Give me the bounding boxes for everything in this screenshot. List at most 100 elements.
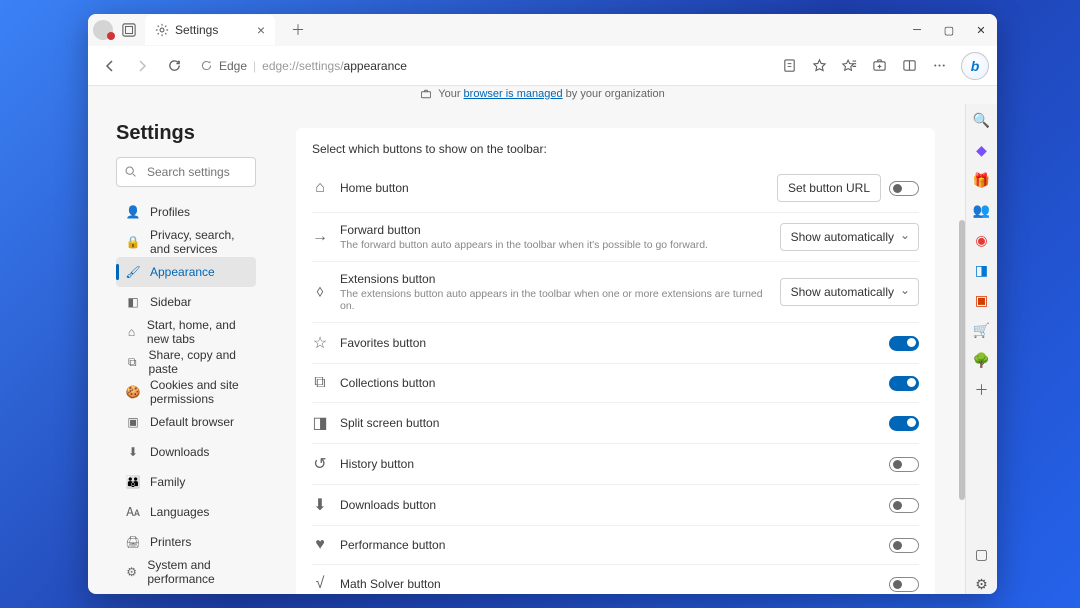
set-button-url-button[interactable]: Set button URL	[777, 174, 881, 202]
settings-sidebar: Settings 👤 Profiles 🔒Privacy, search, and …	[88, 104, 268, 594]
minimize-button[interactable]: ─	[901, 16, 933, 44]
toggle[interactable]	[889, 376, 919, 391]
nav-label: Downloads	[150, 445, 209, 459]
nav-icon: ⧉	[126, 355, 139, 369]
search-input[interactable]	[116, 157, 256, 187]
row-label: Home button	[340, 181, 777, 195]
page-title: Settings	[116, 122, 268, 145]
hide-sidebar-icon[interactable]: ▢	[972, 544, 992, 564]
nav-label: Languages	[150, 505, 209, 519]
sidebar-item-system-and-performance[interactable]: ⚙System and performance	[116, 557, 256, 587]
nav-icon: 🗛	[126, 505, 140, 519]
nav-icon: 👪	[126, 475, 140, 489]
managed-link[interactable]: browser is managed	[464, 88, 563, 100]
search-icon[interactable]: 🔍	[972, 110, 992, 130]
row-label: Split screen button	[340, 416, 889, 430]
office-icon[interactable]: ▣	[972, 290, 992, 310]
profile-icon[interactable]	[93, 20, 113, 40]
sidebar-item-downloads[interactable]: ⬇Downloads	[116, 437, 256, 467]
row-label: Extensions button	[340, 272, 780, 286]
maximize-button[interactable]: ▢	[933, 16, 965, 44]
address-bar[interactable]: Edge | edge://settings/appearance	[192, 59, 771, 73]
row-icon: ◨	[312, 413, 328, 433]
sidebar-item-printers[interactable]: 🖨Printers	[116, 527, 256, 557]
back-button[interactable]	[96, 52, 124, 80]
workspaces-icon[interactable]	[121, 22, 137, 38]
close-button[interactable]: ✕	[965, 16, 997, 44]
show-auto-select[interactable]: Show automatically	[780, 223, 919, 251]
favorites-list-icon[interactable]	[835, 52, 863, 80]
toggle[interactable]	[889, 416, 919, 431]
tools-icon[interactable]: ◆	[972, 140, 992, 160]
row-icon: ⧉	[312, 374, 328, 392]
close-icon[interactable]: ×	[257, 22, 265, 38]
add-icon[interactable]: ＋	[972, 380, 992, 400]
sidebar-item-profiles[interactable]: 👤 Profiles	[116, 197, 256, 227]
section-title: Select which buttons to show on the tool…	[312, 142, 919, 156]
toggle[interactable]	[889, 457, 919, 472]
toggle[interactable]	[889, 498, 919, 513]
bing-button[interactable]: b	[961, 52, 989, 80]
tab-settings[interactable]: Settings ×	[145, 15, 275, 45]
toggle[interactable]	[889, 181, 919, 196]
managed-infobar: Your browser is managed by your organiza…	[88, 86, 997, 104]
toggle[interactable]	[889, 538, 919, 553]
shopping-icon[interactable]: 🎁	[972, 170, 992, 190]
row-desc: The extensions button auto appears in th…	[340, 288, 780, 312]
nav-icon: ▣	[126, 415, 140, 429]
sidebar-item-share-copy-and-paste[interactable]: ⧉ Share, copy and paste	[116, 347, 256, 377]
gear-icon	[155, 23, 169, 37]
drop-icon[interactable]: 🛒	[972, 320, 992, 340]
sidebar-item-languages[interactable]: 🗛 Languages	[116, 497, 256, 527]
sidebar-item-start-home-and-new-tabs[interactable]: ⌂Start, home, and new tabs	[116, 317, 256, 347]
setting-row: ⬇Downloads button	[312, 484, 919, 525]
nav-icon: 🖨	[126, 535, 140, 549]
nav-icon: 👤	[126, 205, 140, 219]
toggle[interactable]	[889, 577, 919, 592]
tree-icon[interactable]: 🌳	[972, 350, 992, 370]
row-label: Math Solver button	[340, 577, 889, 591]
forward-button[interactable]	[128, 52, 156, 80]
collections-icon[interactable]	[865, 52, 893, 80]
sidebar-item-appearance[interactable]: 🖌Appearance	[116, 257, 256, 287]
sidebar-item-reset-settings[interactable]: ↺Reset settings	[116, 587, 256, 594]
nav-label: Share, copy and paste	[149, 348, 256, 376]
sidebar-item-sidebar[interactable]: ◧Sidebar	[116, 287, 256, 317]
nav-icon: 🍪	[126, 385, 140, 399]
sidebar-item-privacy-search-and-services[interactable]: 🔒Privacy, search, and services	[116, 227, 256, 257]
row-label: Forward button	[340, 223, 780, 237]
games-icon[interactable]: 👥	[972, 200, 992, 220]
refresh-button[interactable]	[160, 52, 188, 80]
more-icon[interactable]	[925, 52, 953, 80]
setting-row: ↺History button	[312, 443, 919, 484]
sidebar-item-family[interactable]: 👪 Family	[116, 467, 256, 497]
nav-label: Privacy, search, and services	[150, 228, 256, 256]
outlook-icon[interactable]: ◨	[972, 260, 992, 280]
nav-label: Cookies and site permissions	[150, 378, 256, 406]
favorite-icon[interactable]	[805, 52, 833, 80]
titlebar: Settings × ＋ ─ ▢ ✕	[88, 14, 997, 46]
nav-label: Default browser	[150, 415, 234, 429]
row-icon: ⬨	[312, 283, 328, 301]
nav-label: Start, home, and new tabs	[147, 318, 256, 346]
sidebar-item-default-browser[interactable]: ▣ Default browser	[116, 407, 256, 437]
row-icon: ♥	[312, 536, 328, 554]
row-label: History button	[340, 457, 889, 471]
nav-label: System and performance	[147, 558, 256, 586]
settings-icon[interactable]: ⚙	[972, 574, 992, 594]
read-aloud-icon[interactable]	[775, 52, 803, 80]
new-tab-button[interactable]: ＋	[283, 16, 313, 44]
scrollbar[interactable]	[957, 134, 965, 594]
row-label: Collections button	[340, 376, 889, 390]
toolbar: Edge | edge://settings/appearance b	[88, 46, 997, 86]
nav-label: Family	[150, 475, 185, 489]
sidebar-item-cookies-and-site-permissions[interactable]: 🍪 Cookies and site permissions	[116, 377, 256, 407]
nav-icon: 🖌	[126, 265, 140, 279]
browser-window: Settings × ＋ ─ ▢ ✕ Edge | edge://setting…	[88, 14, 997, 594]
show-auto-select[interactable]: Show automatically	[780, 278, 919, 306]
nav-label: Profiles	[150, 205, 190, 219]
edge-sidebar: 🔍 ◆ 🎁 👥 ◉ ◨ ▣ 🛒 🌳 ＋ ▢ ⚙	[965, 104, 997, 594]
toggle[interactable]	[889, 336, 919, 351]
m365-icon[interactable]: ◉	[972, 230, 992, 250]
split-screen-icon[interactable]	[895, 52, 923, 80]
